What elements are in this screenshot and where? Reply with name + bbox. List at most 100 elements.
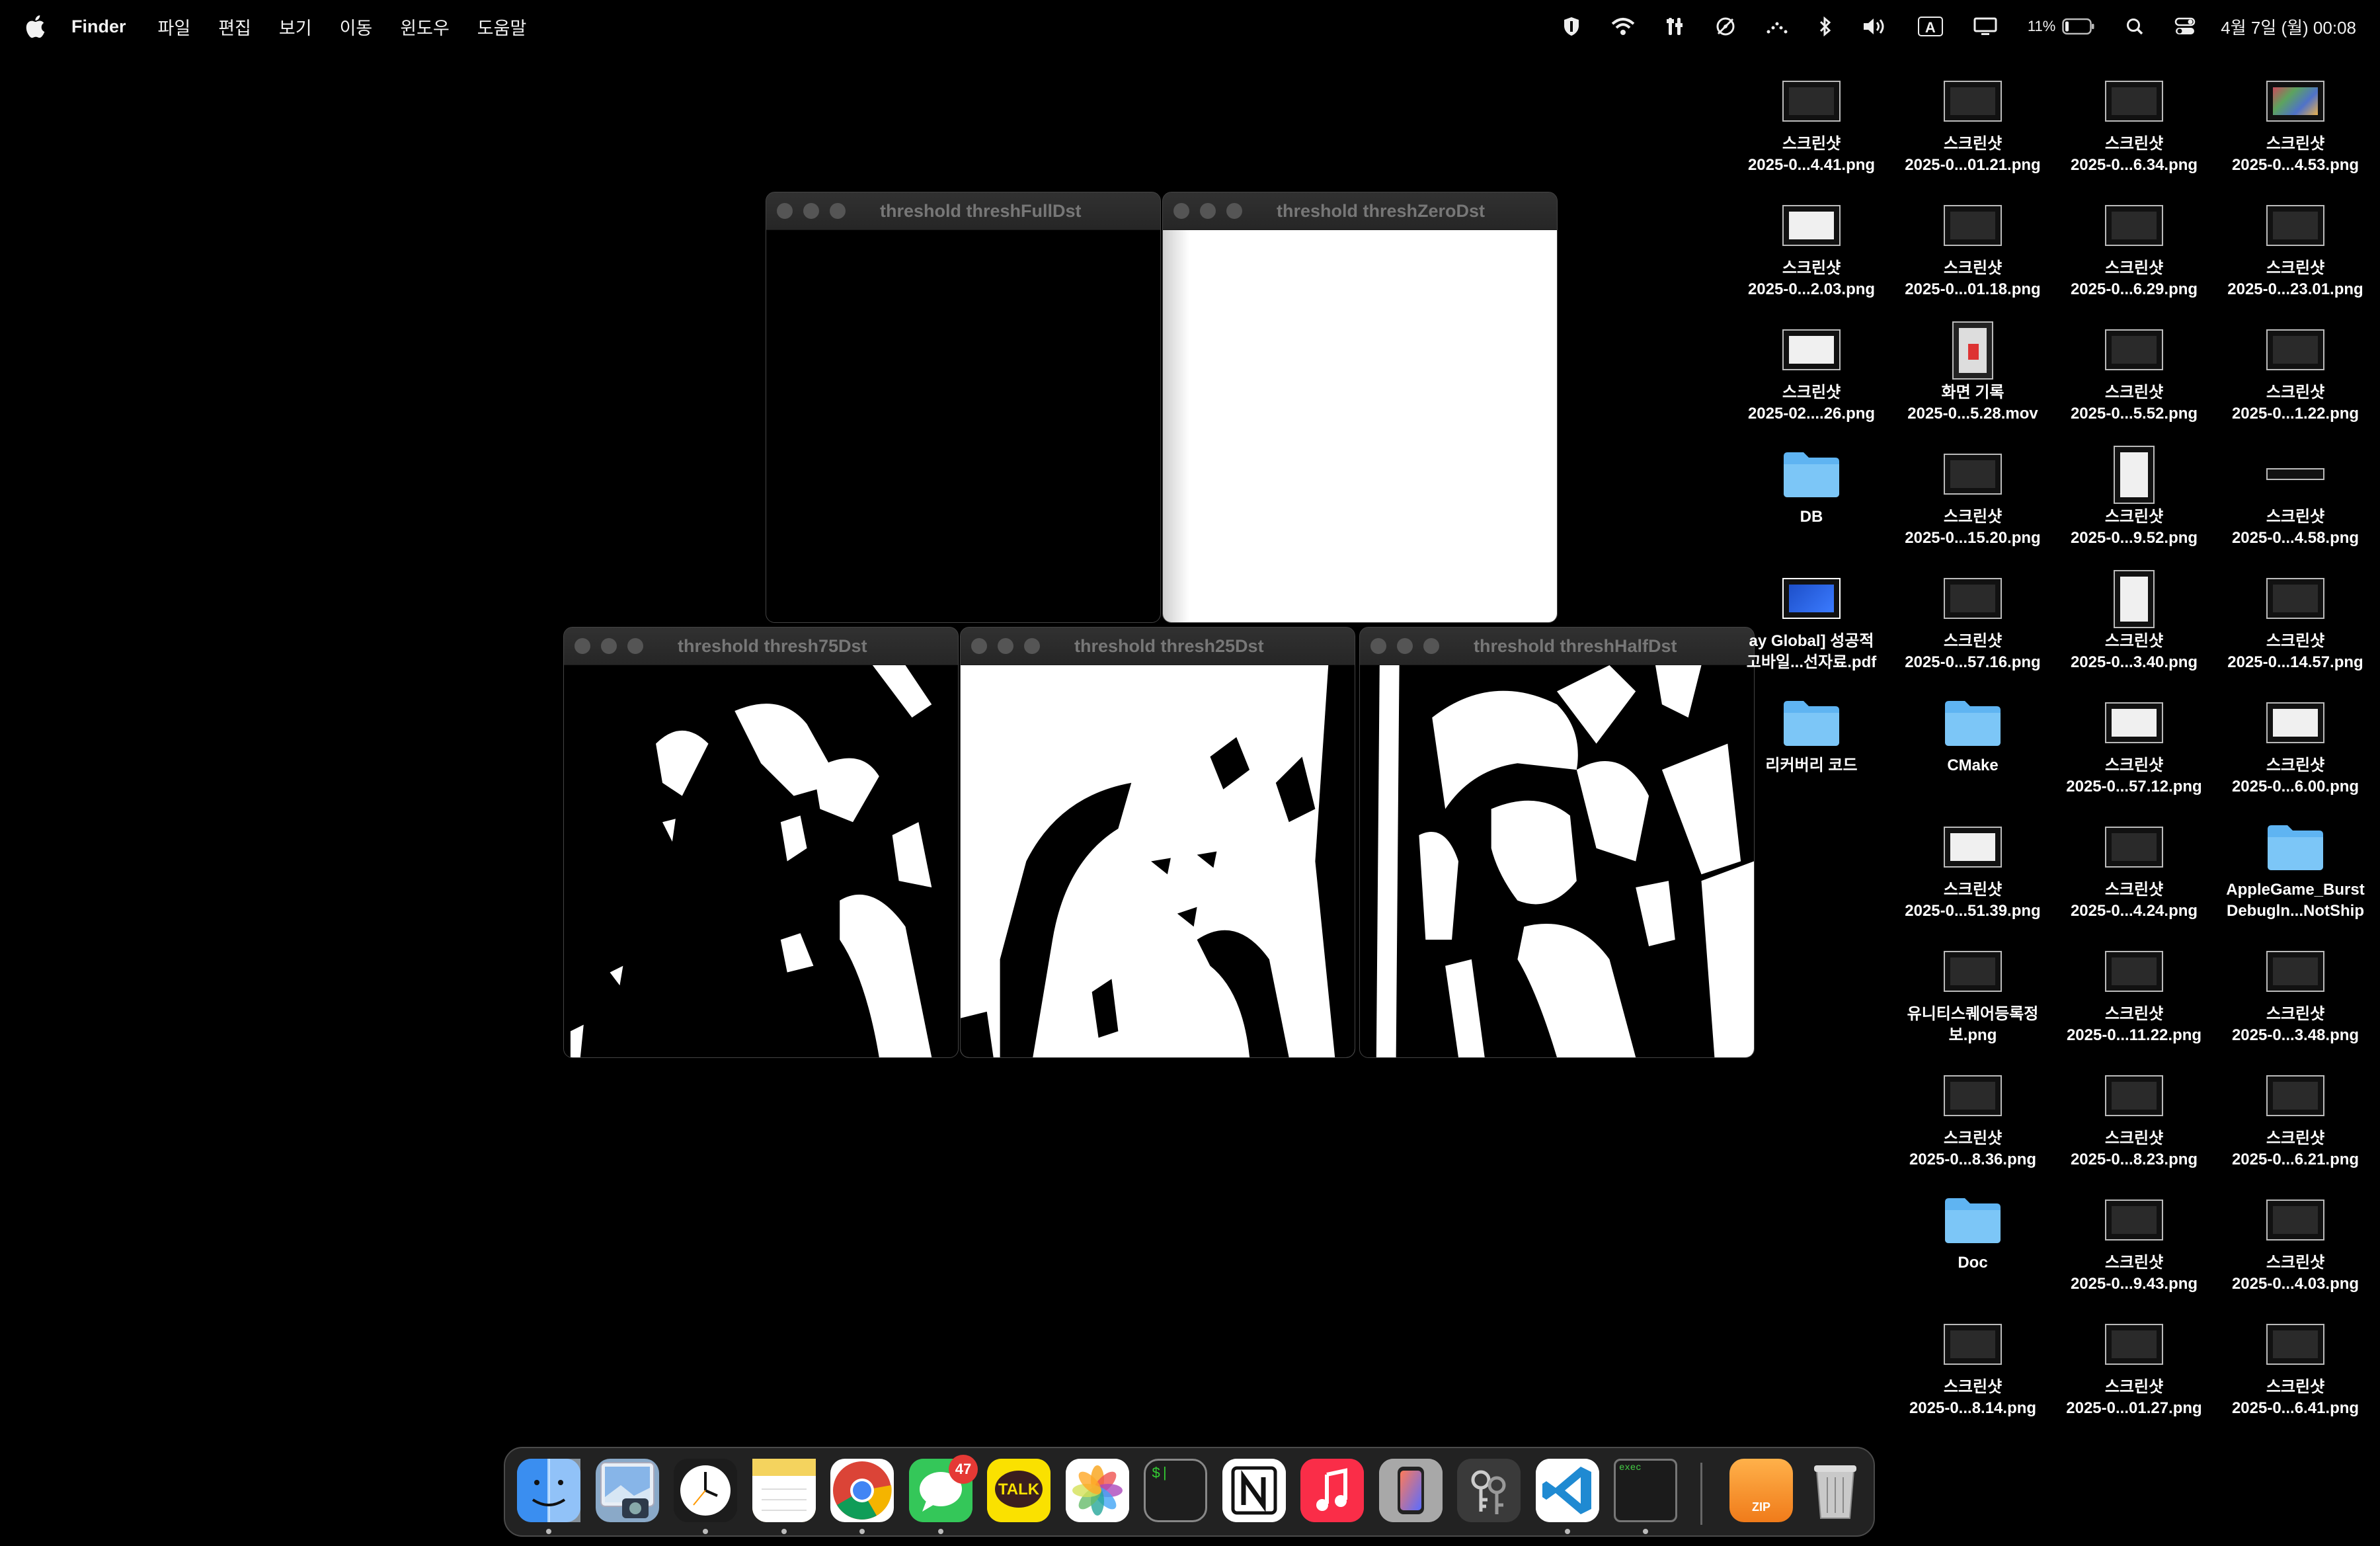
desktop-folder[interactable]: 리커버리 코드 <box>1732 694 1891 820</box>
dots-icon[interactable] <box>1766 19 1788 34</box>
preview-app-icon[interactable] <box>596 1459 659 1522</box>
desktop-file[interactable]: 스크린샷 2025-0...8.23.png <box>2055 1067 2213 1193</box>
notes-app-icon[interactable] <box>752 1459 816 1522</box>
menu-view[interactable]: 보기 <box>279 14 312 40</box>
photos-app-icon[interactable] <box>1066 1459 1129 1522</box>
desktop-file[interactable]: 스크린샷 2025-0...4.58.png <box>2216 446 2375 571</box>
desktop-file[interactable]: 스크린샷 2025-0...3.48.png <box>2216 943 2375 1069</box>
desktop-file[interactable]: 스크린샷 2025-0...8.14.png <box>1893 1316 2052 1442</box>
spotlight-search-icon[interactable] <box>2125 17 2144 36</box>
menu-window[interactable]: 윈도우 <box>400 14 450 40</box>
desktop-icon-label: 스크린샷 2025-0...15.20.png <box>1893 507 2052 549</box>
desktop-file[interactable]: 스크린샷 2025-0...6.29.png <box>2055 197 2213 323</box>
desktop-file[interactable]: 화면 기록 2025-0...5.28.mov <box>1893 321 2052 447</box>
desktop-file[interactable]: 스크린샷 2025-0...6.34.png <box>2055 73 2213 198</box>
zoom-button[interactable] <box>1024 638 1040 654</box>
desktop-file[interactable]: 스크린샷 2025-0...11.22.png <box>2055 943 2213 1069</box>
desktop-file[interactable]: 스크린샷 2025-0...4.41.png <box>1732 73 1891 198</box>
volume-icon[interactable] <box>1862 17 1887 36</box>
desktop-folder[interactable]: AppleGame_Burst Debugln...NotShip <box>2216 819 2375 944</box>
desktop-file[interactable]: 스크린샷 2025-0...14.57.png <box>2216 570 2375 696</box>
desktop-file[interactable]: 스크린샷 2025-0...57.12.png <box>2055 694 2213 820</box>
messages-app-icon[interactable]: 47 <box>909 1455 978 1522</box>
bluetooth-icon[interactable] <box>1819 17 1832 36</box>
close-button[interactable] <box>575 638 590 654</box>
desktop-file[interactable]: 스크린샷 2025-0...15.20.png <box>1893 446 2052 571</box>
zoom-button[interactable] <box>1226 203 1242 219</box>
desktop-file[interactable]: 스크린샷 2025-0...4.24.png <box>2055 819 2213 944</box>
minimize-button[interactable] <box>1397 638 1413 654</box>
desktop-file[interactable]: 스크린샷 2025-0...23.01.png <box>2216 197 2375 323</box>
input-source-icon[interactable]: A <box>1917 17 1943 36</box>
desktop-file[interactable]: 스크린샷 2025-0...57.16.png <box>1893 570 2052 696</box>
desktop-file[interactable]: 스크린샷 2025-0...01.18.png <box>1893 197 2052 323</box>
desktop-file[interactable]: 스크린샷 2025-0...01.27.png <box>2055 1316 2213 1442</box>
menu-help[interactable]: 도움말 <box>477 14 527 40</box>
window-title-bar[interactable]: threshold threshHalfDst <box>1360 628 1754 665</box>
desktop-file[interactable]: 스크린샷 2025-0...6.00.png <box>2216 694 2375 820</box>
close-button[interactable] <box>971 638 987 654</box>
desktop-file[interactable]: 유니티스퀘어등록정 보.png <box>1893 943 2052 1069</box>
battery-status[interactable]: 11% <box>2028 18 2095 35</box>
vscode-app-icon[interactable] <box>1536 1459 1599 1522</box>
desktop-file[interactable]: 스크린샷 2025-0...8.36.png <box>1893 1067 2052 1193</box>
desktop-file[interactable]: 스크린샷 2025-0...6.21.png <box>2216 1067 2375 1193</box>
music-app-icon[interactable] <box>1300 1459 1364 1522</box>
archive-stack-icon[interactable]: ZIP <box>1729 1459 1793 1522</box>
terminal-app-icon[interactable]: $| <box>1144 1459 1207 1522</box>
desktop-file[interactable]: 스크린샷 2025-0...5.52.png <box>2055 321 2213 447</box>
zoom-button[interactable] <box>830 203 846 219</box>
shield-icon[interactable] <box>1562 16 1581 37</box>
apple-menu-icon[interactable] <box>24 14 46 39</box>
menu-app-name[interactable]: Finder <box>71 17 126 37</box>
zoom-button[interactable] <box>627 638 643 654</box>
kakaotalk-app-icon[interactable]: TALK <box>987 1459 1051 1522</box>
minimize-button[interactable] <box>1200 203 1216 219</box>
trash-icon[interactable] <box>1804 1459 1867 1522</box>
desktop-file[interactable]: 스크린샷 2025-0...3.40.png <box>2055 570 2213 696</box>
tools-icon[interactable] <box>1665 17 1685 36</box>
menu-clock[interactable]: 4월 7일 (월) 00:08 <box>2221 15 2356 39</box>
desktop-file[interactable]: 스크린샷 2025-0...2.03.png <box>1732 197 1891 323</box>
close-button[interactable] <box>1173 203 1189 219</box>
desktop-folder[interactable]: Doc <box>1893 1192 2052 1317</box>
finder-app-icon[interactable] <box>517 1459 580 1522</box>
window-title-bar[interactable]: threshold threshFullDst <box>766 192 1160 230</box>
desktop-file[interactable]: ay Global] 성공적 고바일...선자료.pdf <box>1732 570 1891 696</box>
minimize-button[interactable] <box>998 638 1013 654</box>
minimize-button[interactable] <box>601 638 617 654</box>
exec-app-icon[interactable]: exec <box>1614 1459 1677 1522</box>
chrome-app-icon[interactable] <box>830 1459 894 1522</box>
control-center-icon[interactable] <box>2174 17 2196 36</box>
desktop-file[interactable]: 스크린샷 2025-0...4.53.png <box>2216 73 2375 198</box>
clock-app-icon[interactable] <box>674 1459 737 1522</box>
close-button[interactable] <box>1370 638 1386 654</box>
desktop-icon-label: 스크린샷 2025-0...4.03.png <box>2216 1252 2375 1295</box>
desktop-file[interactable]: 스크린샷 2025-02....26.png <box>1732 321 1891 447</box>
desktop-file[interactable]: 스크린샷 2025-0...9.43.png <box>2055 1192 2213 1317</box>
desktop-file[interactable]: 스크린샷 2025-0...9.52.png <box>2055 446 2213 571</box>
wifi-icon[interactable] <box>1611 17 1635 36</box>
menu-edit[interactable]: 편집 <box>218 14 251 40</box>
window-title-bar[interactable]: threshold threshZeroDst <box>1163 192 1557 230</box>
minimize-button[interactable] <box>803 203 819 219</box>
desktop-folder[interactable]: DB <box>1732 446 1891 571</box>
desktop-file[interactable]: 스크린샷 2025-0...1.22.png <box>2216 321 2375 447</box>
desktop-file[interactable]: 스크린샷 2025-0...51.39.png <box>1893 819 2052 944</box>
compass-off-icon[interactable] <box>1716 17 1735 36</box>
iphone-mirroring-app-icon[interactable] <box>1379 1459 1443 1522</box>
zoom-button[interactable] <box>1423 638 1439 654</box>
desktop-file[interactable]: 스크린샷 2025-0...4.03.png <box>2216 1192 2375 1317</box>
screenshot-file-icon <box>2114 446 2155 504</box>
window-title-bar[interactable]: threshold thresh25Dst <box>961 628 1355 665</box>
desktop-folder[interactable]: CMake <box>1893 694 2052 820</box>
notion-app-icon[interactable] <box>1222 1459 1286 1522</box>
display-icon[interactable] <box>1973 17 1997 36</box>
desktop-file[interactable]: 스크린샷 2025-0...01.21.png <box>1893 73 2052 198</box>
close-button[interactable] <box>777 203 793 219</box>
menu-go[interactable]: 이동 <box>340 14 373 40</box>
keychain-app-icon[interactable] <box>1457 1459 1521 1522</box>
desktop-file[interactable]: 스크린샷 2025-0...6.41.png <box>2216 1316 2375 1442</box>
window-title-bar[interactable]: threshold thresh75Dst <box>564 628 958 665</box>
menu-file[interactable]: 파일 <box>158 14 191 40</box>
